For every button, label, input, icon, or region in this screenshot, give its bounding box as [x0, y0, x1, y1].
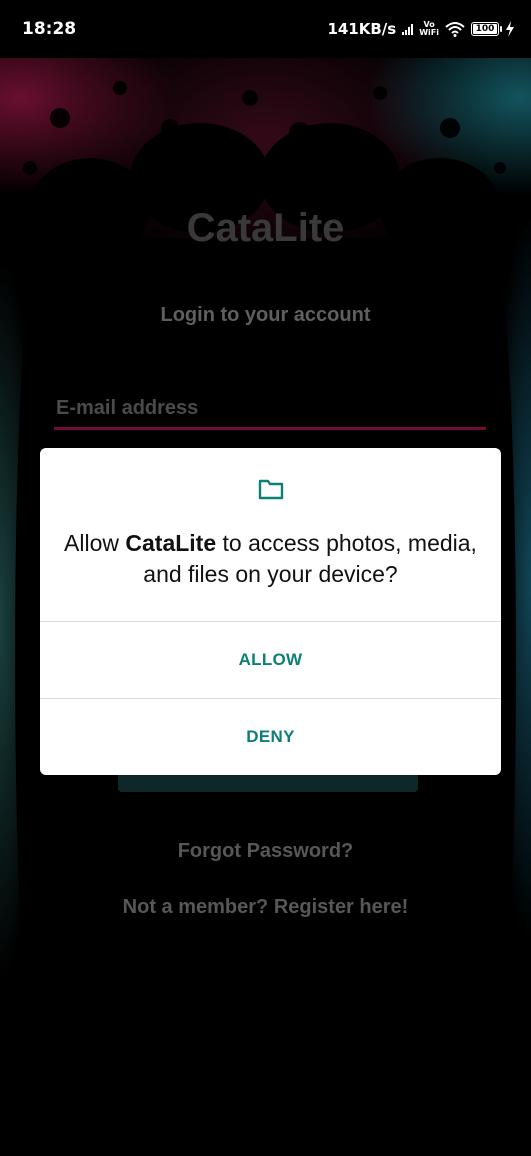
- allow-button[interactable]: ALLOW: [40, 622, 501, 698]
- status-bar: 18:28 141KB/s Vo WiFi 100: [0, 0, 531, 58]
- signal-icon: [402, 23, 414, 35]
- charging-icon: [506, 21, 514, 37]
- status-time: 18:28: [22, 19, 77, 39]
- status-icons: 141KB/s Vo WiFi 100: [327, 20, 515, 38]
- folder-icon: [258, 479, 284, 500]
- wifi-icon: [445, 22, 465, 37]
- message-prefix: Allow: [64, 530, 126, 556]
- battery-level: 100: [473, 24, 497, 34]
- network-speed: 141KB/s: [327, 20, 397, 38]
- message-app-name: CataLite: [125, 530, 217, 556]
- vowifi-bottom-label: WiFi: [419, 28, 439, 37]
- deny-button[interactable]: DENY: [40, 699, 501, 775]
- vowifi-icon: Vo WiFi: [419, 21, 439, 37]
- permission-dialog: Allow CataLite to access photos, media, …: [40, 448, 501, 775]
- permission-message: Allow CataLite to access photos, media, …: [60, 528, 481, 590]
- battery-icon: 100: [471, 22, 502, 36]
